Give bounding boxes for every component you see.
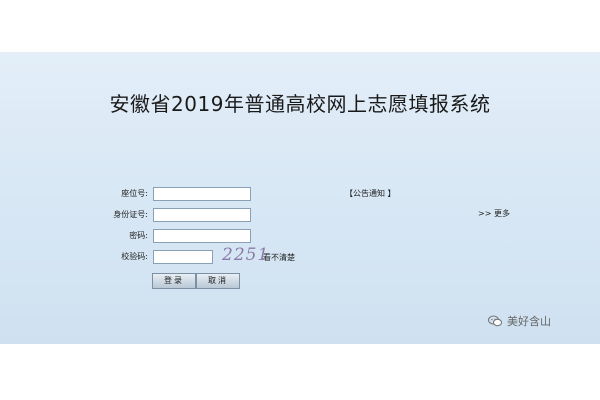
id-row: 身份证号: [60,208,260,224]
captcha-refresh-link[interactable]: 看不清楚 [263,252,295,263]
id-number-input[interactable] [153,208,251,222]
login-button[interactable]: 登录 [152,273,196,289]
wechat-icon [487,315,503,327]
password-label: 密码: [129,231,148,240]
notice-heading: 【公告通知 】 [345,189,396,198]
id-label: 身份证号: [113,210,148,219]
password-row: 密码: [60,229,260,245]
watermark: 美好含山 [487,313,551,329]
watermark-text: 美好含山 [507,315,551,328]
password-input[interactable] [153,229,251,243]
page-title: 安徽省2019年普通高校网上志愿填报系统 [109,92,491,116]
seat-input[interactable] [153,187,251,201]
more-link[interactable]: >> 更多 [478,208,510,219]
cancel-button[interactable]: 取消 [196,273,240,289]
code-label: 校验码: [121,252,148,261]
verification-code-input[interactable] [153,250,213,264]
seat-row: 座位号: [60,187,260,203]
seat-label: 座位号: [121,189,148,198]
